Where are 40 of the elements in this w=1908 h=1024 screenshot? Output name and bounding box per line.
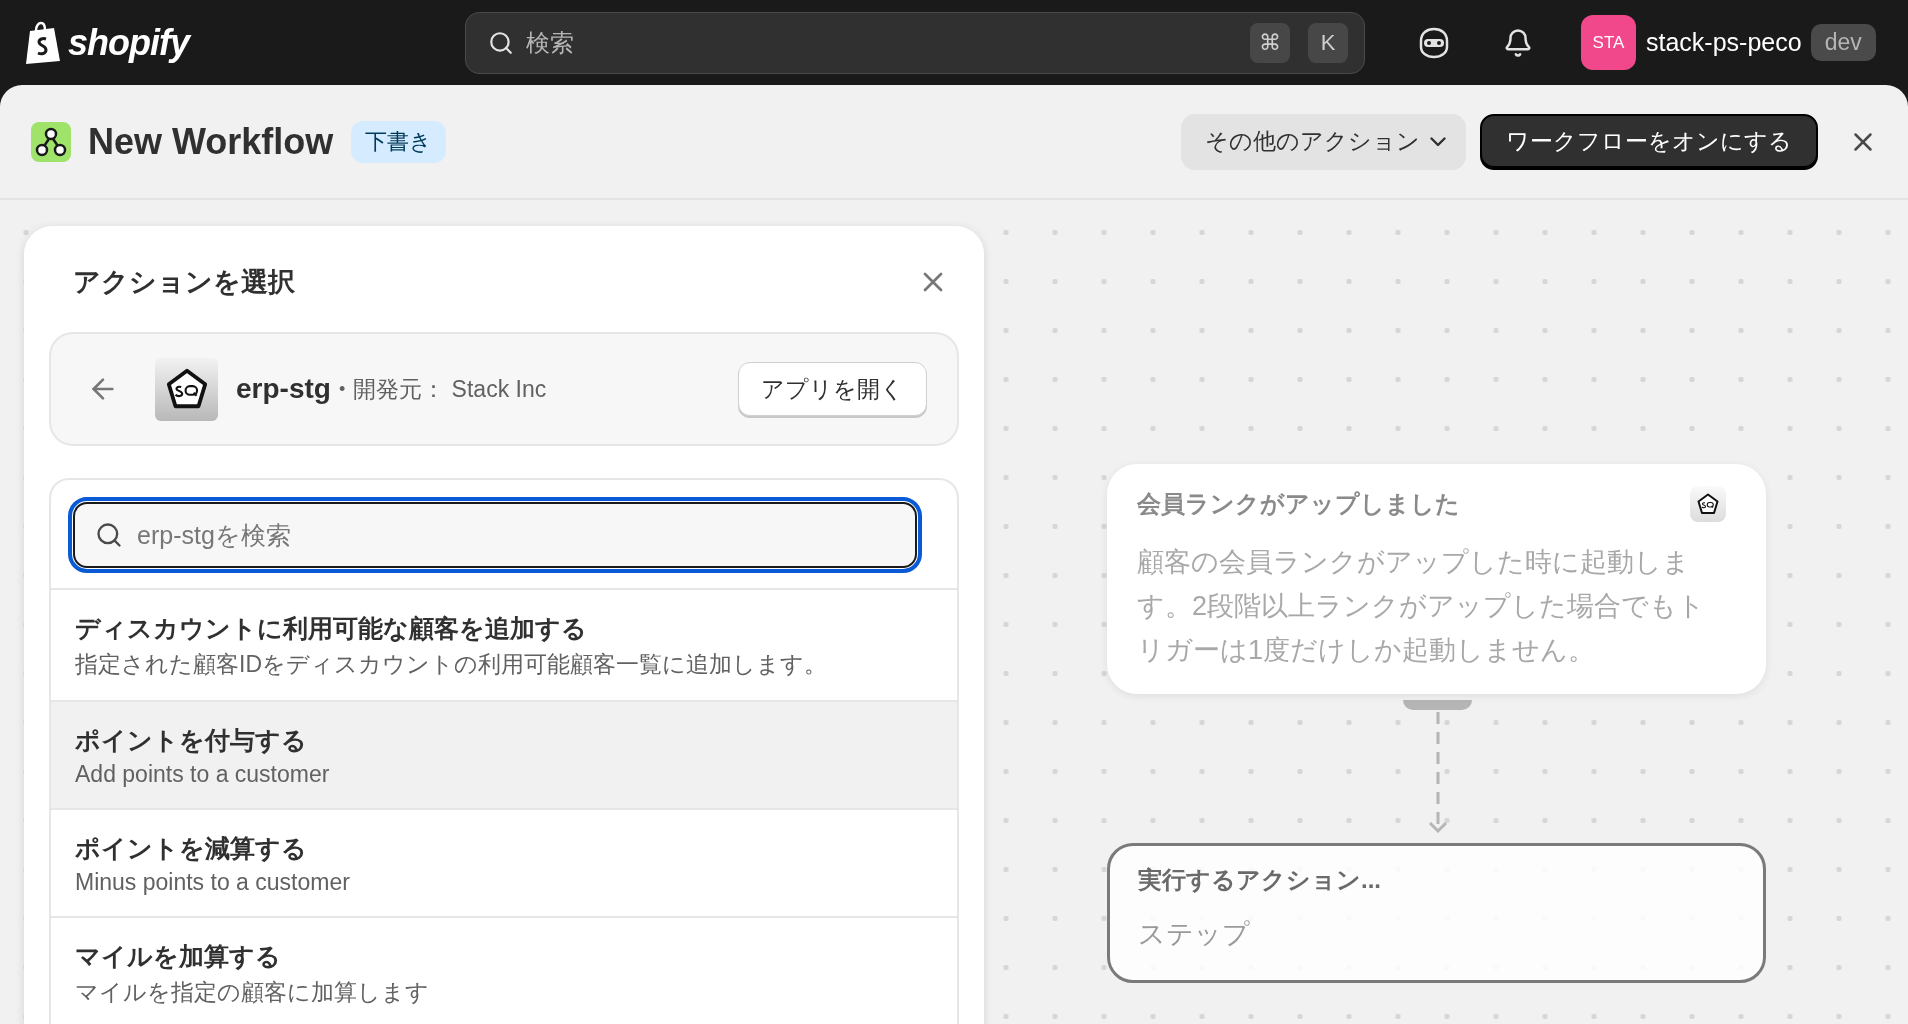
- pentagon-icon: [1696, 492, 1720, 516]
- search-placeholder: 検索: [526, 27, 575, 58]
- action-title: ディスカウントに利用可能な顧客を追加する: [75, 613, 588, 644]
- action-description: Minus points to a customer: [75, 869, 351, 896]
- page-title: New Workflow: [88, 120, 334, 163]
- developer-label: 開発元： Stack Inc: [353, 374, 547, 404]
- assistant-face-icon[interactable]: [1417, 26, 1451, 59]
- open-app-button[interactable]: アプリを開く: [738, 362, 927, 416]
- chevron-down-icon: [1430, 136, 1446, 147]
- shortcut-key: K: [1308, 22, 1348, 63]
- turn-on-workflow-button[interactable]: ワークフローをオンにする: [1480, 113, 1818, 170]
- node-description: 顧客の会員ランクがアップした時に起動します。2段階以上ランクがアップした場合でもトリガーは1度だけしか起動しません。: [1137, 546, 1707, 667]
- node-title: 会員ランクがアップしました: [1137, 489, 1460, 519]
- separator-dot: •: [338, 378, 346, 400]
- action-title: ポイントを付与する: [75, 725, 308, 756]
- node-title: 実行するアクション...: [1138, 865, 1382, 895]
- action-item[interactable]: ポイントを付与する Add points to a customer: [51, 702, 957, 810]
- action-node[interactable]: 実行するアクション... ステップ: [1107, 843, 1766, 983]
- action-description: 指定された顧客IDをディスカウントの利用可能顧客一覧に追加します。: [75, 650, 828, 679]
- workflow-icon: [30, 120, 72, 163]
- shopping-bag-icon: [24, 20, 62, 65]
- status-badge: 下書き: [351, 120, 447, 163]
- action-title: ポイントを減算する: [75, 833, 308, 864]
- environment-badge: dev: [1810, 24, 1876, 61]
- search-placeholder: erp-stgを検索: [137, 519, 291, 551]
- action-title: マイルを加算する: [75, 941, 282, 972]
- notification-bell-icon[interactable]: [1503, 27, 1533, 58]
- more-actions-button[interactable]: その他のアクション: [1181, 113, 1466, 170]
- panel-title: アクションを選択: [73, 266, 295, 299]
- action-description: Add points to a customer: [75, 761, 331, 788]
- shortcut-key: ⌘: [1250, 22, 1290, 63]
- action-description: マイルを指定の顧客に加算します: [75, 978, 430, 1007]
- search-icon: [95, 521, 123, 549]
- app-name: erp-stg: [236, 373, 331, 405]
- search-icon: [488, 29, 514, 56]
- node-subtitle: ステップ: [1138, 918, 1251, 951]
- store-name[interactable]: stack-ps-peco: [1646, 28, 1802, 57]
- store-avatar[interactable]: STA: [1581, 15, 1636, 70]
- connector-handle[interactable]: [1403, 700, 1472, 710]
- search-field[interactable]: 検索 ⌘ K: [465, 11, 1365, 74]
